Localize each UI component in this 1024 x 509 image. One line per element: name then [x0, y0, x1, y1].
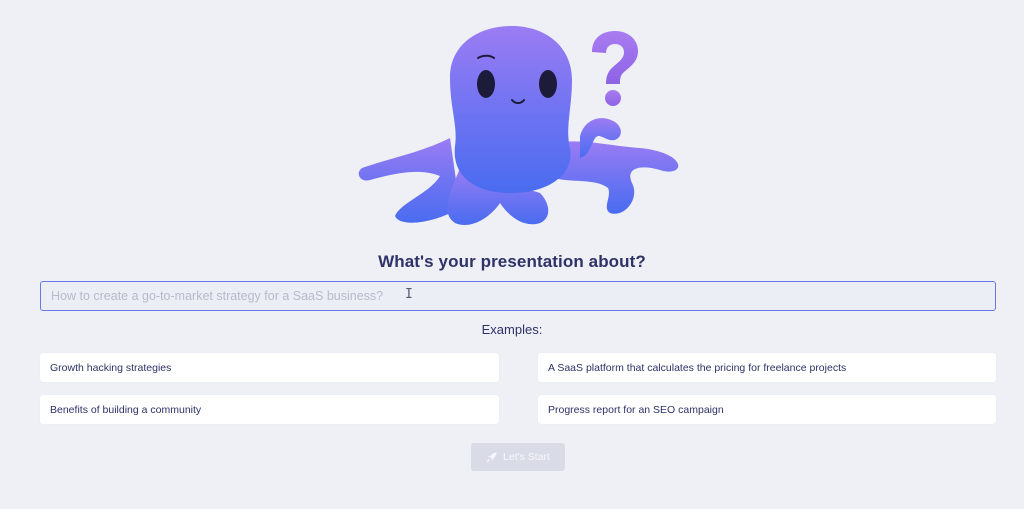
octopus-icon — [358, 26, 679, 226]
example-option[interactable]: A SaaS platform that calculates the pric… — [538, 353, 996, 382]
lets-start-button[interactable]: Let's Start — [471, 443, 565, 471]
presentation-topic-input[interactable] — [40, 281, 996, 311]
example-option[interactable]: Benefits of building a community — [40, 395, 499, 424]
presentation-topic-page: What's your presentation about? I Exampl… — [0, 0, 1024, 509]
examples-heading: Examples: — [481, 322, 543, 337]
lets-start-label: Let's Start — [503, 451, 550, 463]
confused-octopus-illustration — [340, 18, 700, 233]
text-cursor-icon: I — [405, 287, 413, 302]
page-title: What's your presentation about? — [378, 252, 646, 271]
example-option[interactable]: Progress report for an SEO campaign — [538, 395, 996, 424]
example-option[interactable]: Growth hacking strategies — [40, 353, 499, 382]
rocket-icon — [486, 451, 498, 463]
